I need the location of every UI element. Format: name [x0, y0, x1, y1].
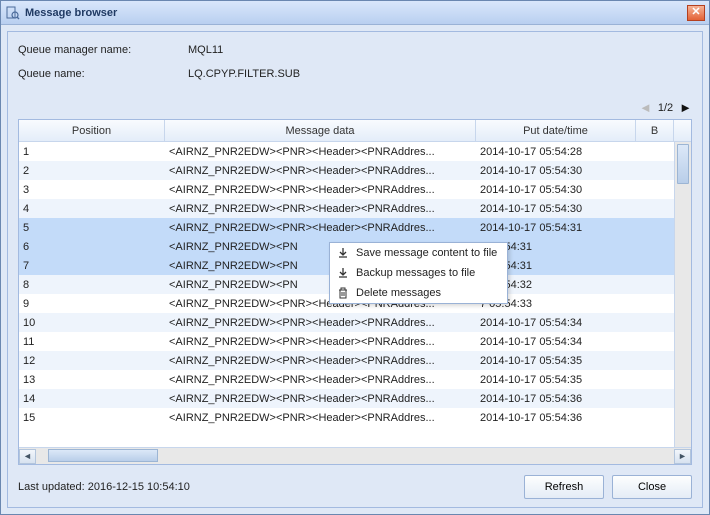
- queue-name-value: LQ.CPYP.FILTER.SUB: [188, 68, 300, 80]
- next-page-arrow-icon[interactable]: ►: [679, 100, 692, 115]
- cell-position: 11: [19, 336, 165, 348]
- download-icon: [336, 267, 350, 279]
- queue-name-row: Queue name: LQ.CPYP.FILTER.SUB: [18, 68, 692, 80]
- vertical-scrollbar[interactable]: [674, 142, 691, 447]
- cell-position: 9: [19, 298, 165, 310]
- table-row[interactable]: 4<AIRNZ_PNR2EDW><PNR><Header><PNRAddres.…: [19, 199, 674, 218]
- menu-delete-messages[interactable]: Delete messages: [330, 283, 507, 303]
- cell-position: 1: [19, 146, 165, 158]
- cell-put-date: 2014-10-17 05:54:30: [476, 165, 636, 177]
- refresh-button[interactable]: Refresh: [524, 475, 604, 499]
- titlebar: Message browser ✕: [1, 1, 709, 25]
- cell-put-date: 2014-10-17 05:54:28: [476, 146, 636, 158]
- cell-message: <AIRNZ_PNR2EDW><PNR><Header><PNRAddres..…: [165, 393, 476, 405]
- close-button[interactable]: Close: [612, 475, 692, 499]
- cell-position: 3: [19, 184, 165, 196]
- last-updated-label: Last updated:: [18, 481, 85, 493]
- cell-message: <AIRNZ_PNR2EDW><PNR><Header><PNRAddres..…: [165, 222, 476, 234]
- prev-page-arrow-icon: ◄: [639, 100, 652, 115]
- cell-position: 6: [19, 241, 165, 253]
- column-header-put[interactable]: Put date/time: [476, 120, 636, 141]
- window-close-button[interactable]: ✕: [687, 5, 705, 21]
- menu-save-message[interactable]: Save message content to file: [330, 243, 507, 263]
- table-row[interactable]: 2<AIRNZ_PNR2EDW><PNR><Header><PNRAddres.…: [19, 161, 674, 180]
- footer: Last updated: 2016-12-15 10:54:10 Refres…: [18, 475, 692, 499]
- queue-manager-value: MQL11: [188, 44, 223, 56]
- table-row[interactable]: 12<AIRNZ_PNR2EDW><PNR><Header><PNRAddres…: [19, 351, 674, 370]
- cell-message: <AIRNZ_PNR2EDW><PNR><Header><PNRAddres..…: [165, 203, 476, 215]
- message-table: Position Message data Put date/time B 1<…: [18, 119, 692, 465]
- close-icon: ✕: [691, 7, 700, 18]
- vertical-scroll-thumb[interactable]: [677, 144, 689, 184]
- cell-message: <AIRNZ_PNR2EDW><PNR><Header><PNRAddres..…: [165, 146, 476, 158]
- cell-position: 10: [19, 317, 165, 329]
- hscroll-track[interactable]: [36, 449, 674, 464]
- cell-message: <AIRNZ_PNR2EDW><PNR><Header><PNRAddres..…: [165, 412, 476, 424]
- table-row[interactable]: 11<AIRNZ_PNR2EDW><PNR><Header><PNRAddres…: [19, 332, 674, 351]
- cell-position: 4: [19, 203, 165, 215]
- column-header-position[interactable]: Position: [19, 120, 165, 141]
- table-row[interactable]: 13<AIRNZ_PNR2EDW><PNR><Header><PNRAddres…: [19, 370, 674, 389]
- menu-backup-label: Backup messages to file: [356, 267, 475, 279]
- table-row[interactable]: 3<AIRNZ_PNR2EDW><PNR><Header><PNRAddres.…: [19, 180, 674, 199]
- cell-position: 13: [19, 374, 165, 386]
- queue-manager-row: Queue manager name: MQL11: [18, 44, 692, 56]
- table-row[interactable]: 14<AIRNZ_PNR2EDW><PNR><Header><PNRAddres…: [19, 389, 674, 408]
- cell-put-date: 2014-10-17 05:54:30: [476, 203, 636, 215]
- cell-put-date: 2014-10-17 05:54:34: [476, 336, 636, 348]
- context-menu: Save message content to file Backup mess…: [329, 242, 508, 304]
- column-header-scroll-spacer: [674, 120, 691, 141]
- main-panel: Queue manager name: MQL11 Queue name: LQ…: [7, 31, 703, 508]
- cell-position: 12: [19, 355, 165, 367]
- cell-position: 2: [19, 165, 165, 177]
- column-header-b[interactable]: B: [636, 120, 674, 141]
- cell-message: <AIRNZ_PNR2EDW><PNR><Header><PNRAddres..…: [165, 355, 476, 367]
- cell-position: 15: [19, 412, 165, 424]
- table-body-wrap: 1<AIRNZ_PNR2EDW><PNR><Header><PNRAddres.…: [19, 142, 691, 447]
- cell-position: 14: [19, 393, 165, 405]
- menu-backup-messages[interactable]: Backup messages to file: [330, 263, 507, 283]
- hscroll-right-button[interactable]: ►: [674, 449, 691, 464]
- cell-put-date: 2014-10-17 05:54:36: [476, 412, 636, 424]
- table-header: Position Message data Put date/time B: [19, 120, 691, 142]
- cell-message: <AIRNZ_PNR2EDW><PNR><Header><PNRAddres..…: [165, 165, 476, 177]
- cell-put-date: 2014-10-17 05:54:31: [476, 222, 636, 234]
- table-row[interactable]: 1<AIRNZ_PNR2EDW><PNR><Header><PNRAddres.…: [19, 142, 674, 161]
- message-browser-window: Message browser ✕ Queue manager name: MQ…: [0, 0, 710, 515]
- menu-save-label: Save message content to file: [356, 247, 497, 259]
- cell-message: <AIRNZ_PNR2EDW><PNR><Header><PNRAddres..…: [165, 336, 476, 348]
- last-updated: Last updated: 2016-12-15 10:54:10: [18, 481, 516, 493]
- cell-position: 8: [19, 279, 165, 291]
- download-icon: [336, 247, 350, 259]
- cell-message: <AIRNZ_PNR2EDW><PNR><Header><PNRAddres..…: [165, 374, 476, 386]
- horizontal-scrollbar[interactable]: ◄ ►: [19, 447, 691, 464]
- table-row[interactable]: 10<AIRNZ_PNR2EDW><PNR><Header><PNRAddres…: [19, 313, 674, 332]
- cell-put-date: 2014-10-17 05:54:30: [476, 184, 636, 196]
- table-row[interactable]: 15<AIRNZ_PNR2EDW><PNR><Header><PNRAddres…: [19, 408, 674, 427]
- queue-manager-label: Queue manager name:: [18, 44, 188, 56]
- table-row[interactable]: 5<AIRNZ_PNR2EDW><PNR><Header><PNRAddres.…: [19, 218, 674, 237]
- content-area: Queue manager name: MQL11 Queue name: LQ…: [1, 25, 709, 514]
- cell-put-date: 2014-10-17 05:54:35: [476, 355, 636, 367]
- cell-put-date: 2014-10-17 05:54:35: [476, 374, 636, 386]
- hscroll-thumb[interactable]: [48, 449, 158, 462]
- queue-name-label: Queue name:: [18, 68, 188, 80]
- cell-message: <AIRNZ_PNR2EDW><PNR><Header><PNRAddres..…: [165, 317, 476, 329]
- column-header-message[interactable]: Message data: [165, 120, 476, 141]
- cell-position: 5: [19, 222, 165, 234]
- last-updated-value: 2016-12-15 10:54:10: [88, 481, 190, 493]
- cell-position: 7: [19, 260, 165, 272]
- pager: ◄ 1/2 ►: [18, 100, 692, 115]
- cell-put-date: 2014-10-17 05:54:36: [476, 393, 636, 405]
- search-page-icon: [5, 5, 21, 21]
- pager-text: 1/2: [658, 102, 673, 114]
- hscroll-left-button[interactable]: ◄: [19, 449, 36, 464]
- menu-delete-label: Delete messages: [356, 287, 441, 299]
- cell-message: <AIRNZ_PNR2EDW><PNR><Header><PNRAddres..…: [165, 184, 476, 196]
- trash-icon: [336, 287, 350, 299]
- window-title: Message browser: [25, 7, 687, 19]
- cell-put-date: 2014-10-17 05:54:34: [476, 317, 636, 329]
